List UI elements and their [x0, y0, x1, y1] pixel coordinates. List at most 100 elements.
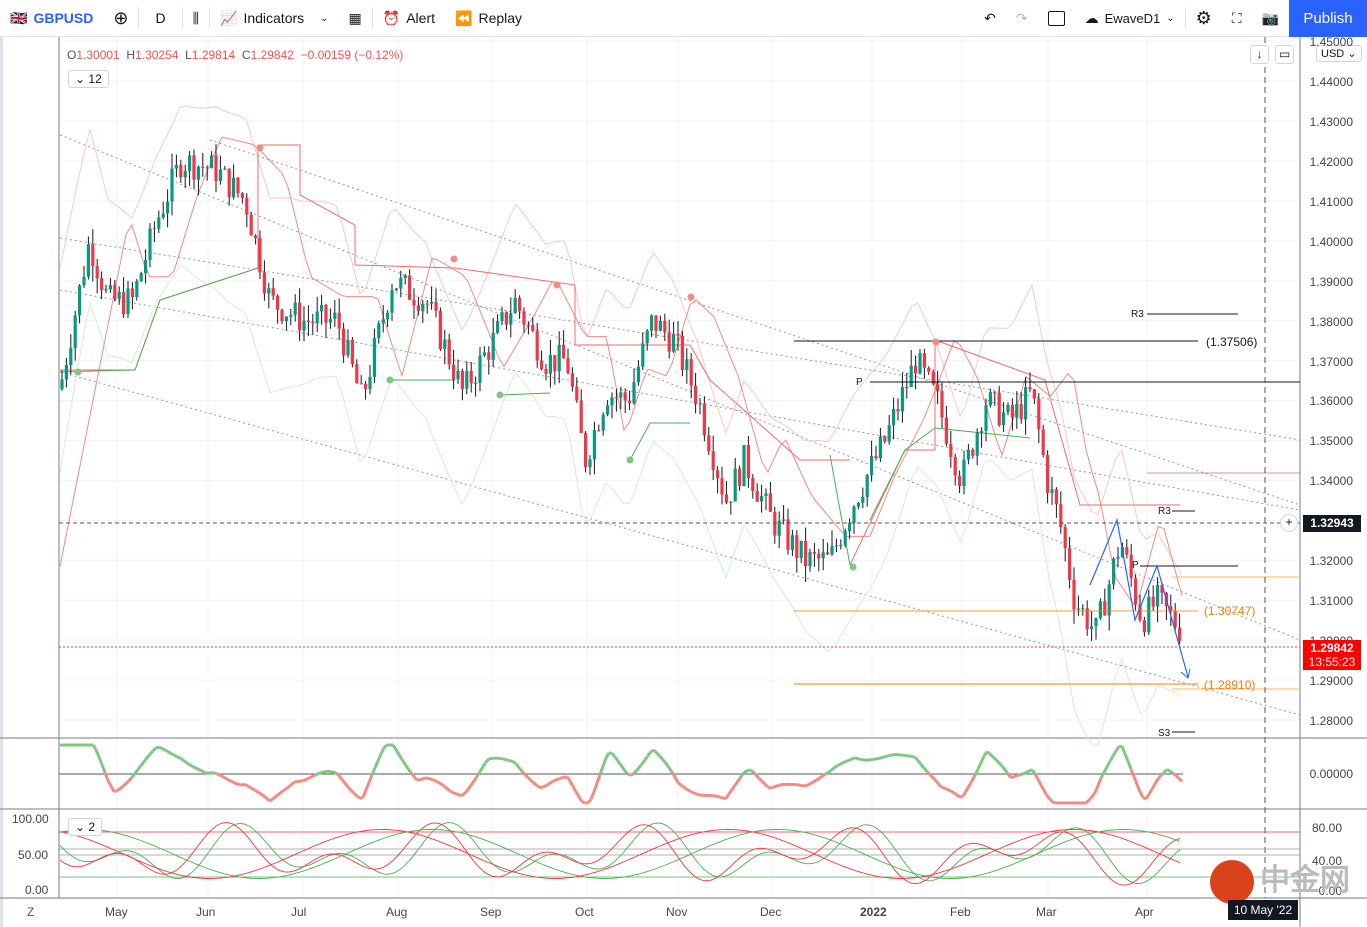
scroll-to-latest-button[interactable]: ↓	[1250, 45, 1269, 64]
candle-body	[284, 316, 288, 322]
osc-axis-label: 0.00000	[1309, 767, 1353, 781]
pane2-collapse-button[interactable]: ⌄ 2	[68, 818, 103, 836]
oscillator-segment	[109, 785, 116, 793]
candle-body	[988, 392, 992, 406]
oscillator-segment	[911, 755, 916, 759]
moving-average	[59, 136, 1183, 606]
candle-body	[1125, 547, 1129, 555]
candle-body	[922, 353, 926, 368]
candle-body	[698, 403, 702, 405]
oscillator-segment	[512, 760, 517, 765]
oscillator-segment	[545, 782, 550, 788]
candle-body	[60, 379, 64, 390]
oscillator-segment	[397, 753, 404, 761]
oscillator-segment	[872, 757, 877, 761]
candle-body	[1151, 596, 1155, 607]
candle-body	[460, 370, 464, 389]
price-axis-label: 1.35000	[1309, 434, 1353, 449]
candle-body	[320, 304, 324, 312]
oscillator-segment	[1135, 783, 1142, 793]
oscillator-segment	[412, 775, 419, 782]
candle-body	[614, 397, 618, 399]
oscillator-segment	[127, 776, 134, 782]
oscillator-segment	[797, 783, 802, 787]
oscillator-segment	[661, 758, 668, 765]
oscillator-segment	[176, 755, 181, 760]
candle-body	[575, 386, 579, 401]
candle-body	[764, 493, 768, 497]
oscillator-segment	[646, 750, 653, 757]
candle-body	[848, 522, 852, 532]
oscillator-segment	[577, 796, 584, 803]
candle-body	[597, 430, 601, 432]
fib-level-label: (1.28910)	[1204, 678, 1256, 692]
candle-body	[865, 475, 869, 497]
oscillator-segment	[1120, 745, 1127, 755]
oscillator-segment	[263, 794, 268, 800]
candle-body	[1006, 404, 1010, 413]
candle-body	[645, 330, 649, 344]
oscillator-segment	[931, 776, 938, 782]
stochastic-slow-line	[59, 829, 1181, 879]
oscillator-segment	[449, 789, 454, 795]
oscillator-segment	[1093, 785, 1100, 794]
pivot-s3-label: S3	[1158, 728, 1171, 739]
oscillator-segment	[514, 762, 521, 769]
candle-body	[108, 285, 112, 290]
candle-body	[324, 304, 328, 323]
candle-body	[588, 459, 592, 468]
candle-body	[768, 493, 772, 512]
oscillator-segment	[1174, 774, 1181, 780]
candle-body	[874, 455, 878, 459]
oscillator-segment	[1084, 799, 1091, 805]
candle-body	[474, 382, 478, 384]
oscillator-segment	[182, 758, 187, 764]
oscillator-segment	[269, 797, 274, 803]
oscillator-segment	[979, 755, 986, 764]
oscillator-segment	[592, 782, 599, 793]
candle-body	[78, 285, 82, 316]
oscillator-segment	[337, 774, 344, 781]
candle-body	[152, 228, 156, 230]
oscillator-segment	[287, 783, 292, 789]
candle-body	[1002, 412, 1006, 426]
signal-dot	[687, 293, 695, 301]
candle-body	[592, 430, 596, 460]
candle-body	[218, 169, 222, 182]
candle-body	[232, 177, 236, 198]
ohlc-legend: O1.30001 H1.30254 L1.29814 C1.29842 −0.0…	[67, 48, 404, 62]
candle-body	[1081, 608, 1085, 610]
oscillator-segment	[961, 790, 968, 798]
oscillator-segment	[352, 792, 359, 798]
candle-body	[843, 531, 847, 546]
oscillator-segment	[919, 763, 926, 770]
candle-body	[861, 496, 865, 503]
timezone-button[interactable]: Z	[27, 905, 34, 919]
oscillator-segment	[221, 774, 226, 780]
oscillator-segment	[394, 748, 401, 756]
candle-body	[170, 168, 174, 202]
signal-dot	[553, 281, 561, 289]
candle-body	[73, 315, 77, 349]
candle-body	[984, 405, 988, 431]
stoch-left-label: 0.00	[25, 883, 49, 897]
oscillator-segment	[622, 768, 629, 775]
add-alert-plus-button[interactable]: +	[1280, 514, 1298, 532]
candle-body	[337, 312, 341, 329]
oscillator-segment	[281, 788, 286, 794]
oscillator-segment	[680, 783, 685, 789]
oscillator-segment	[356, 794, 361, 800]
oscillator-segment	[767, 785, 772, 790]
signal-dot	[932, 338, 940, 346]
channel-line	[59, 289, 1301, 511]
oscillator-segment	[640, 759, 647, 765]
maximize-pane-button[interactable]: ▭	[1275, 45, 1294, 64]
oscillator-segment	[610, 752, 617, 758]
oscillator-segment	[643, 754, 650, 761]
candle-body	[966, 449, 970, 460]
candle-body	[746, 445, 750, 479]
candle-body	[157, 217, 161, 229]
candle-body	[174, 164, 178, 169]
price-chart[interactable]	[0, 0, 1367, 927]
indicators-collapse-button[interactable]: ⌄ 12	[68, 70, 109, 88]
